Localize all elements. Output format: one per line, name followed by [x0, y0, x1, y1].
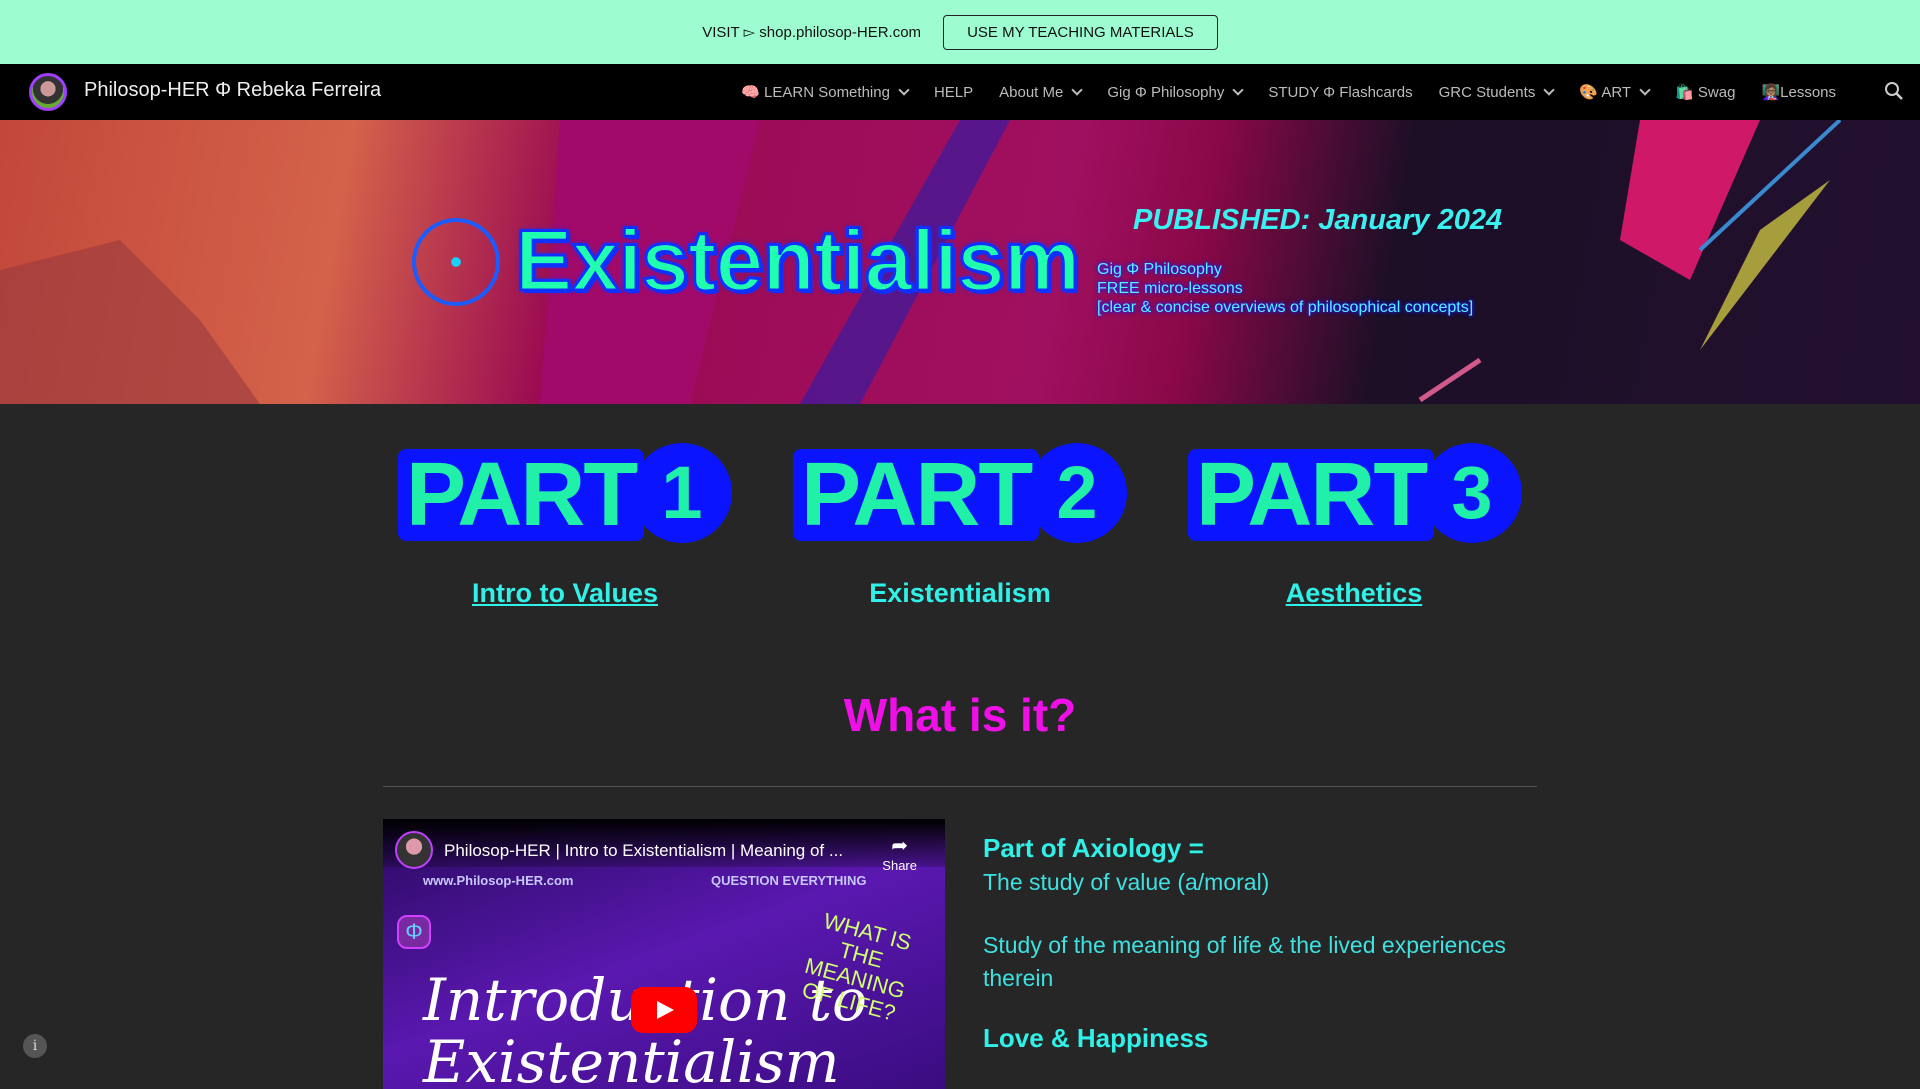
nav-label: 🧠 LEARN Something — [741, 84, 890, 101]
part-number: 2 — [1027, 443, 1127, 543]
banner-line: Gig Φ Philosophy — [1097, 261, 1222, 278]
part-3-graphic: PART 3 — [1188, 443, 1522, 545]
nav-learn-something[interactable]: 🧠 LEARN Something — [741, 83, 910, 101]
chevron-down-icon — [1639, 84, 1651, 96]
search-icon[interactable] — [1884, 81, 1904, 101]
banner-title: Existentialism — [513, 212, 1081, 311]
thumb-url-text: www.Philosop-HER.com — [423, 873, 574, 888]
banner-line: FREE micro-lessons — [1097, 280, 1243, 297]
existentialism-label: Existentialism — [869, 578, 1051, 608]
published-date: PUBLISHED: January 2024 — [1133, 204, 1503, 236]
existentialism-description: Study of the meaning of life & the lived… — [983, 932, 1506, 991]
site-logo-avatar[interactable] — [29, 73, 67, 111]
nav-label: 🎨 ART — [1579, 84, 1632, 101]
nav-label: HELP — [933, 83, 974, 101]
part-word: PART — [1188, 449, 1435, 541]
divider — [383, 786, 1537, 787]
nav-about-me[interactable]: About Me — [999, 83, 1084, 101]
banner-subtitle: Gig Φ Philosophy FREE micro-lessons [cle… — [1097, 260, 1473, 317]
nav-gig-philosophy[interactable]: Gig Φ Philosophy — [1107, 83, 1245, 101]
nav-swag[interactable]: 🛍️ Swag — [1675, 83, 1735, 101]
chevron-down-icon — [1543, 84, 1555, 96]
nav-label: STUDY Φ Flashcards — [1268, 83, 1413, 101]
youtube-video-embed[interactable]: www.Philosop-HER.com QUESTION EVERYTHING… — [383, 819, 945, 1089]
section-title: What is it? — [843, 689, 1077, 741]
nav-label: 🛍️ Swag — [1675, 84, 1736, 101]
part-1-graphic: PART 1 — [398, 443, 732, 545]
phi-logo-icon: Φ — [397, 915, 431, 949]
chevron-down-icon — [1071, 84, 1084, 96]
site-header: Philosop-HER Φ Rebeka Ferreira 🧠 LEARN S… — [0, 64, 1920, 120]
play-button-icon[interactable] — [631, 987, 697, 1033]
nav-grc-students[interactable]: GRC Students — [1438, 83, 1555, 101]
nav-label: Gig Φ Philosophy — [1107, 83, 1225, 101]
site-title[interactable]: Philosop-HER Φ Rebeka Ferreira — [84, 79, 381, 102]
share-button[interactable]: ➦ Share — [882, 833, 917, 873]
part-number: 3 — [1422, 443, 1522, 543]
thumb-tagline: QUESTION EVERYTHING — [711, 873, 867, 888]
nav-art[interactable]: 🎨 ART — [1579, 83, 1651, 101]
info-icon[interactable]: i — [23, 1034, 47, 1058]
axiology-heading: Part of Axiology = — [983, 833, 1204, 863]
nav-lessons[interactable]: 👩🏽‍🏫Lessons — [1761, 83, 1836, 101]
channel-avatar[interactable] — [395, 831, 433, 869]
nav-label: 👩🏽‍🏫Lessons — [1761, 84, 1836, 101]
hero-banner: Existentialism PUBLISHED: January 2024 G… — [0, 120, 1920, 404]
chevron-down-icon — [1232, 84, 1245, 96]
intro-to-values-link[interactable]: Intro to Values — [472, 578, 658, 609]
part-word: PART — [398, 449, 645, 541]
chevron-down-icon — [898, 84, 910, 96]
part-word: PART — [793, 449, 1040, 541]
visit-shop-text: VISIT ▻ shop.philosop-HER.com — [702, 24, 922, 41]
share-icon: ➦ — [891, 835, 909, 857]
nav-menu: 🧠 LEARN Something HELP About Me Gig Φ Ph… — [741, 64, 1836, 120]
part-2-graphic: PART 2 — [793, 443, 1127, 545]
video-title[interactable]: Philosop-HER | Intro to Existentialism |… — [444, 841, 843, 861]
nav-label: GRC Students — [1438, 83, 1536, 101]
announcement-bar: VISIT ▻ shop.philosop-HER.com USE MY TEA… — [0, 0, 1920, 64]
nav-study-flashcards[interactable]: STUDY Φ Flashcards — [1268, 84, 1412, 101]
aesthetics-link[interactable]: Aesthetics — [1286, 578, 1423, 609]
tree-logo-icon — [412, 218, 500, 306]
teaching-materials-button[interactable]: USE MY TEACHING MATERIALS — [943, 14, 1218, 50]
banner-line: [clear & concise overviews of philosophi… — [1097, 299, 1474, 316]
nav-label: About Me — [999, 83, 1064, 101]
nav-help[interactable]: HELP — [934, 84, 973, 101]
love-happiness-heading: Love & Happiness — [983, 1023, 1209, 1053]
part-number: 1 — [632, 443, 732, 543]
share-label: Share — [882, 858, 917, 873]
axiology-definition: The study of value (a/moral) — [983, 869, 1270, 895]
